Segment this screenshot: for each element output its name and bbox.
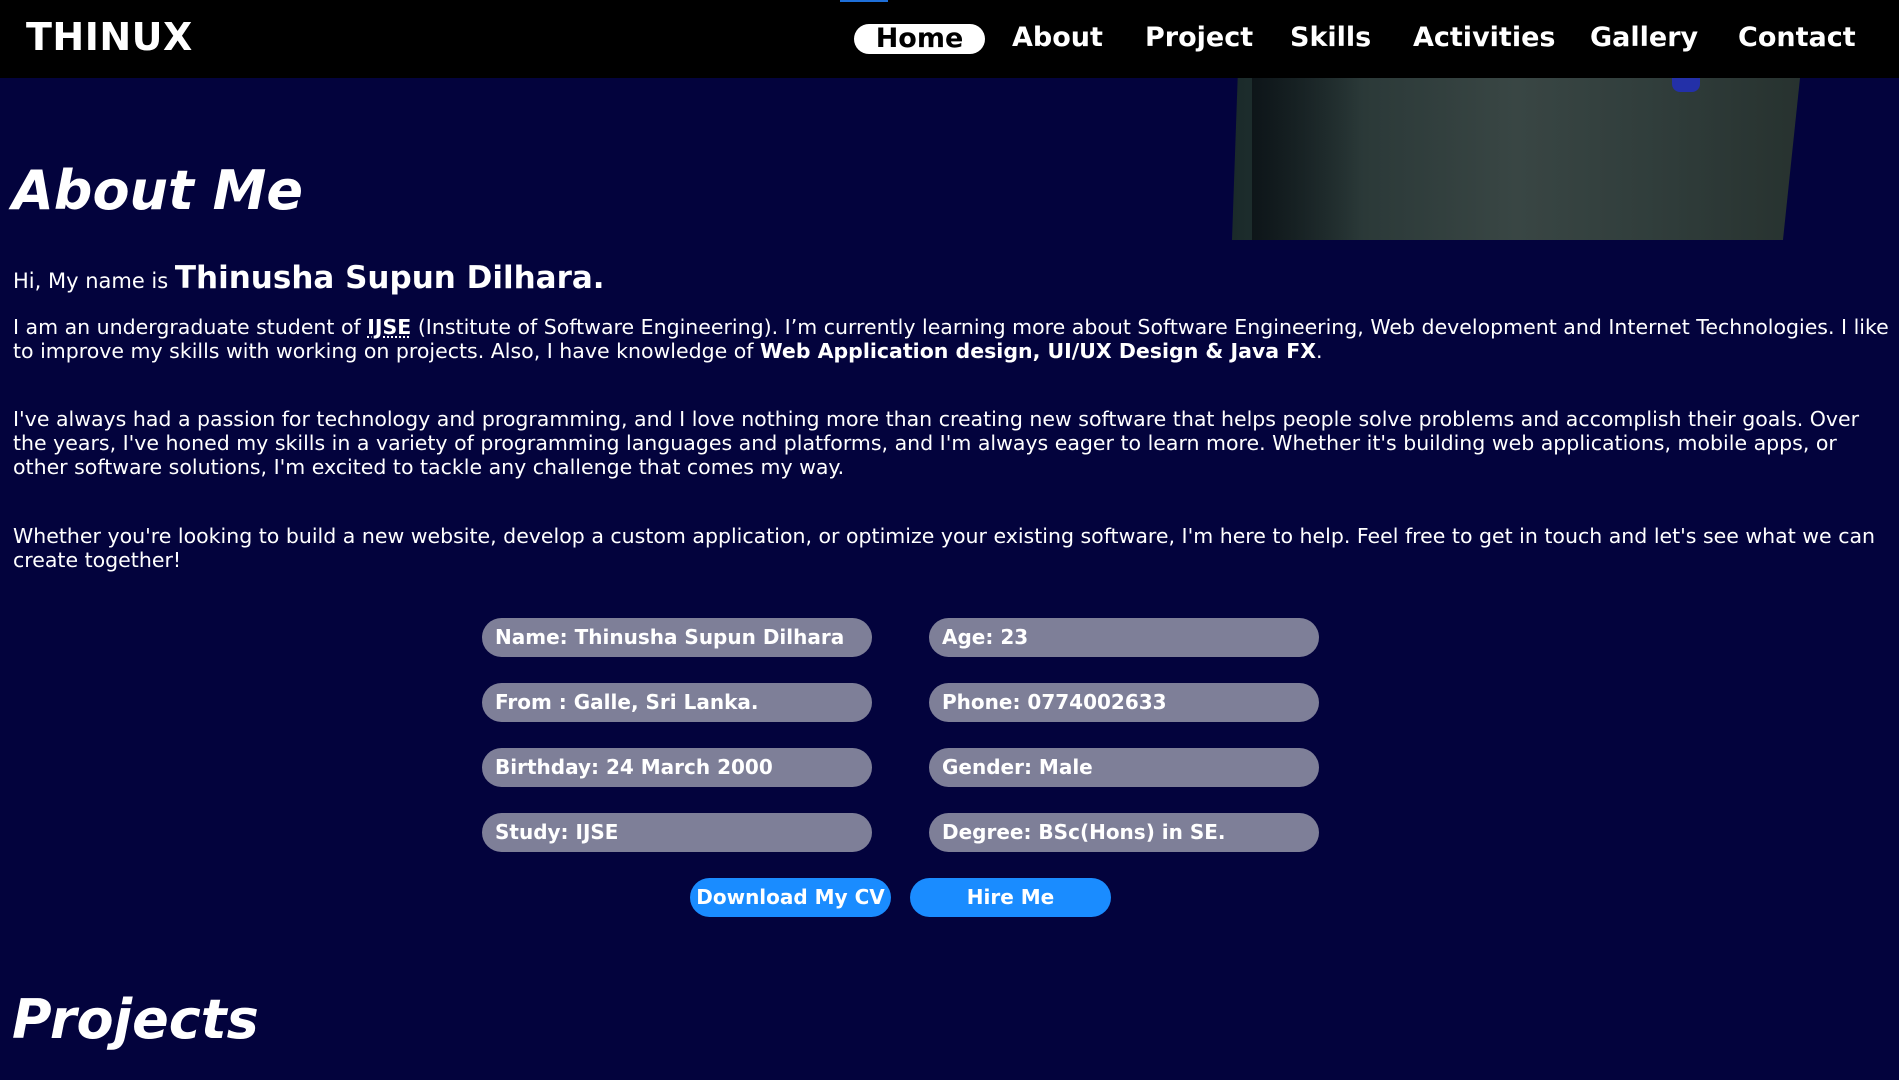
info-name: Name: Thinusha Supun Dilhara	[482, 618, 872, 657]
about-paragraph-2: I've always had a passion for technology…	[13, 407, 1860, 479]
about-paragraph-1: I am an undergraduate student of IJSE (I…	[13, 315, 1891, 363]
nav-link-about[interactable]: About	[1012, 18, 1103, 58]
nav-link-activities[interactable]: Activities	[1413, 18, 1555, 58]
nav-link-project[interactable]: Project	[1145, 18, 1253, 58]
info-age: Age: 23	[929, 618, 1319, 657]
about-title: About Me	[12, 159, 303, 222]
nav-link-contact[interactable]: Contact	[1738, 18, 1856, 58]
projects-title: Projects	[12, 988, 259, 1051]
info-phone: Phone: 0774002633	[929, 683, 1319, 722]
about-paragraph-3: Whether you're looking to build a new we…	[13, 524, 1876, 572]
nav-link-skills[interactable]: Skills	[1290, 18, 1371, 58]
nav-link-home[interactable]: Home	[854, 24, 985, 54]
para1-text-end: .	[1316, 339, 1323, 363]
para1-skills-bold: Web Application design, UI/UX Design & J…	[760, 339, 1317, 363]
info-degree: Degree: BSc(Hons) in SE.	[929, 813, 1319, 852]
nav-link-gallery[interactable]: Gallery	[1590, 18, 1698, 58]
para1-text-start: I am an undergraduate student of	[13, 315, 368, 339]
scroll-indicator	[840, 0, 888, 2]
intro-line: Hi, My name is Thinusha Supun Dilhara.	[13, 260, 605, 296]
photo-detail	[1672, 78, 1700, 92]
info-birthday: Birthday: 24 March 2000	[482, 748, 872, 787]
profile-photo	[1232, 78, 1800, 240]
intro-name: Thinusha Supun Dilhara.	[174, 260, 605, 296]
intro-prefix: Hi, My name is	[13, 269, 169, 293]
ijse-abbr: IJSE	[367, 315, 412, 339]
brand-logo[interactable]: THINUX	[26, 15, 193, 59]
photo-shadow	[1252, 78, 1362, 240]
navbar: THINUX Home About Project Skills Activit…	[0, 0, 1899, 78]
info-gender: Gender: Male	[929, 748, 1319, 787]
info-from: From : Galle, Sri Lanka.	[482, 683, 872, 722]
download-cv-button[interactable]: Download My CV	[690, 878, 891, 917]
info-study: Study: IJSE	[482, 813, 872, 852]
hire-me-button[interactable]: Hire Me	[910, 878, 1111, 917]
